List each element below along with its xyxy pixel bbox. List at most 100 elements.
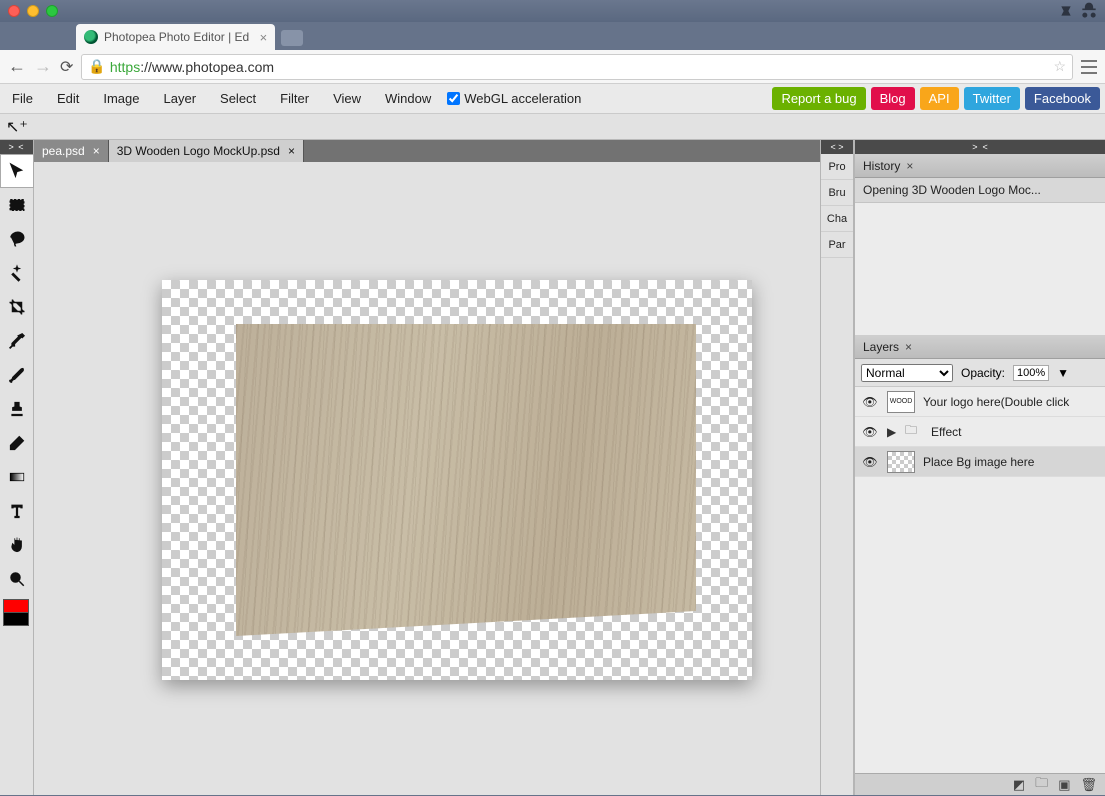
window-zoom-button[interactable]: [46, 5, 58, 17]
history-item[interactable]: Opening 3D Wooden Logo Moc...: [855, 178, 1105, 203]
close-icon[interactable]: ×: [288, 144, 295, 158]
workspace: > < pea.psd × 3D Wooden Logo MockUp.psd …: [0, 140, 1105, 795]
layers-panel-tab[interactable]: Layers ×: [855, 335, 1105, 359]
tool-move[interactable]: [0, 154, 34, 188]
chrome-menu-button[interactable]: [1081, 60, 1097, 74]
mini-tab-par[interactable]: Par: [821, 232, 853, 258]
tool-crop[interactable]: [0, 290, 34, 324]
webgl-toggle[interactable]: WebGL acceleration: [447, 91, 581, 106]
facebook-button[interactable]: Facebook: [1025, 87, 1100, 110]
tool-gradient[interactable]: [0, 460, 34, 494]
expand-icon[interactable]: ▶: [887, 425, 897, 439]
menu-select[interactable]: Select: [208, 91, 268, 106]
close-icon[interactable]: ×: [93, 144, 100, 158]
tool-eraser[interactable]: [0, 426, 34, 460]
app-menubar: File Edit Image Layer Select Filter View…: [0, 84, 1105, 114]
delete-layer-icon[interactable]: 🗑: [1080, 777, 1097, 793]
menu-image[interactable]: Image: [91, 91, 151, 106]
mini-tab-bru[interactable]: Bru: [821, 180, 853, 206]
bookmark-star-icon[interactable]: ☆: [1053, 58, 1066, 75]
blog-button[interactable]: Blog: [871, 87, 915, 110]
layer-row[interactable]: 👁 WOOD Your logo here(Double click: [855, 387, 1105, 417]
tool-eyedropper[interactable]: [0, 324, 34, 358]
favicon: [84, 30, 98, 44]
history-title: History: [863, 159, 900, 173]
close-icon[interactable]: ×: [906, 159, 913, 173]
tool-stamp[interactable]: [0, 392, 34, 426]
panel-grip[interactable]: > <: [855, 140, 1105, 154]
tool-text[interactable]: [0, 494, 34, 528]
window-close-button[interactable]: [8, 5, 20, 17]
mini-grip[interactable]: < >: [821, 140, 853, 154]
canvas-content: [236, 324, 696, 636]
layer-row[interactable]: 👁 Place Bg image here: [855, 447, 1105, 477]
tool-zoom[interactable]: [0, 562, 34, 596]
webgl-checkbox[interactable]: [447, 92, 460, 105]
window-minimize-button[interactable]: [27, 5, 39, 17]
folder-icon: 🗀: [905, 421, 923, 442]
blend-mode-select[interactable]: Normal: [861, 364, 953, 382]
tool-lasso[interactable]: [0, 222, 34, 256]
foreground-swatch[interactable]: [3, 599, 29, 613]
toolbox-grip[interactable]: > <: [0, 140, 33, 154]
new-folder-icon[interactable]: 🗀: [1035, 774, 1048, 796]
opacity-value[interactable]: 100%: [1013, 365, 1049, 381]
document-tabs: pea.psd × 3D Wooden Logo MockUp.psd ×: [34, 140, 820, 162]
incognito-indicator: [1059, 0, 1099, 22]
new-layer-icon[interactable]: ▣: [1058, 777, 1070, 793]
layer-mask-icon[interactable]: ◩: [1013, 777, 1025, 793]
close-icon[interactable]: ×: [260, 30, 268, 45]
toolbox: > <: [0, 140, 34, 795]
menu-file[interactable]: File: [0, 91, 45, 106]
document-area: pea.psd × 3D Wooden Logo MockUp.psd ×: [34, 140, 820, 795]
incognito-icon: [1079, 1, 1099, 21]
document-tab-label: pea.psd: [42, 144, 85, 158]
report-bug-button[interactable]: Report a bug: [772, 87, 865, 110]
mini-tab-cha[interactable]: Cha: [821, 206, 853, 232]
visibility-toggle-icon[interactable]: 👁: [861, 425, 879, 439]
layer-row[interactable]: 👁 ▶ 🗀 Effect: [855, 417, 1105, 447]
opacity-slider-icon[interactable]: ▼: [1057, 366, 1069, 380]
move-tool-icon: ↖⁺: [6, 117, 28, 137]
url-scheme: https: [110, 59, 140, 75]
menu-window[interactable]: Window: [373, 91, 443, 106]
new-tab-button[interactable]: [281, 30, 303, 46]
browser-tabstrip: Photopea Photo Editor | Ed ×: [0, 22, 1105, 50]
tool-hand[interactable]: [0, 528, 34, 562]
visibility-toggle-icon[interactable]: 👁: [861, 455, 879, 469]
color-swatches[interactable]: [0, 596, 33, 629]
menu-view[interactable]: View: [321, 91, 373, 106]
canvas-viewport[interactable]: [34, 162, 820, 795]
webgl-label: WebGL acceleration: [464, 91, 581, 106]
tool-brush[interactable]: [0, 358, 34, 392]
panel-stack: > < History × Opening 3D Wooden Logo Moc…: [854, 140, 1105, 795]
api-button[interactable]: API: [920, 87, 959, 110]
address-bar[interactable]: 🔒 https://www.photopea.com ☆: [81, 54, 1073, 80]
layer-thumb: WOOD: [887, 391, 915, 413]
browser-toolbar: ← → ⟳ 🔒 https://www.photopea.com ☆: [0, 50, 1105, 84]
history-panel: Opening 3D Wooden Logo Moc...: [855, 178, 1105, 335]
menu-edit[interactable]: Edit: [45, 91, 91, 106]
document-tab[interactable]: 3D Wooden Logo MockUp.psd ×: [109, 140, 304, 162]
history-panel-tab[interactable]: History ×: [855, 154, 1105, 178]
background-swatch[interactable]: [3, 612, 29, 626]
right-panels: < > Pro Bru Cha Par > < History × Openin…: [820, 140, 1105, 795]
menu-layer[interactable]: Layer: [152, 91, 209, 106]
reload-button[interactable]: ⟳: [60, 57, 73, 77]
twitter-button[interactable]: Twitter: [964, 87, 1020, 110]
url-rest: ://www.photopea.com: [140, 59, 274, 75]
browser-tab[interactable]: Photopea Photo Editor | Ed ×: [76, 24, 275, 50]
document-tab[interactable]: pea.psd ×: [34, 140, 109, 162]
close-icon[interactable]: ×: [905, 340, 912, 354]
tool-marquee[interactable]: [0, 188, 34, 222]
tool-wand[interactable]: [0, 256, 34, 290]
menu-filter[interactable]: Filter: [268, 91, 321, 106]
panel-mini-tabs: < > Pro Bru Cha Par: [820, 140, 854, 795]
forward-button[interactable]: →: [34, 56, 52, 77]
visibility-toggle-icon[interactable]: 👁: [861, 395, 879, 409]
mini-tab-pro[interactable]: Pro: [821, 154, 853, 180]
layer-name: Your logo here(Double click: [923, 395, 1069, 409]
back-button[interactable]: ←: [8, 56, 26, 77]
canvas[interactable]: [162, 280, 752, 680]
browser-tab-title: Photopea Photo Editor | Ed: [104, 30, 249, 44]
